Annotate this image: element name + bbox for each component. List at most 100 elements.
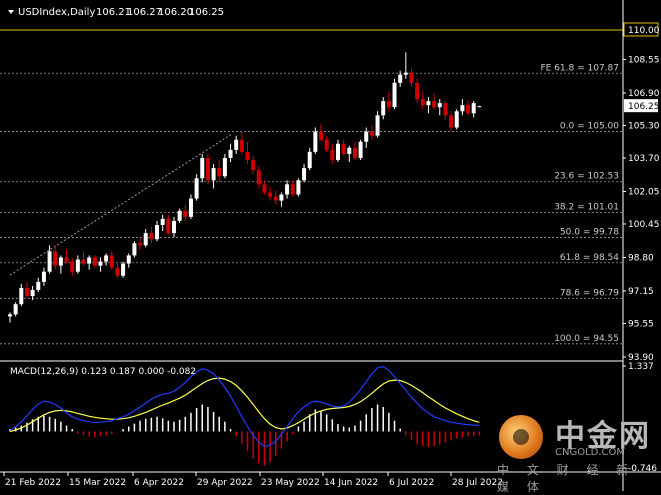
candle-body xyxy=(8,314,12,317)
candle-body xyxy=(313,131,318,152)
candle-body xyxy=(92,257,97,266)
candle-body xyxy=(205,157,210,181)
candle-body xyxy=(398,74,403,83)
price-tick-label: 103.70 xyxy=(628,154,660,164)
candle-body xyxy=(409,72,414,83)
price-tick-label: 102.05 xyxy=(628,187,660,197)
candle-body xyxy=(415,82,420,100)
candle-body xyxy=(177,210,182,221)
fibonacci-levels: FE 61.8 = 107.87 0.0 = 105.00 23.6 = 102.5… xyxy=(0,29,623,345)
candle-body xyxy=(234,139,239,150)
candle-body xyxy=(245,151,250,160)
candle-body xyxy=(386,101,391,108)
candle-body xyxy=(222,157,227,177)
candle-body xyxy=(13,304,18,315)
price-axis: 110.00 108.55 106.90 105.30 103.70 102.05 100.… xyxy=(623,22,660,363)
fib-label: 0.0 = 105.00 xyxy=(560,122,619,132)
candle-body xyxy=(279,194,284,201)
candle-body xyxy=(149,233,154,240)
candle-body xyxy=(268,192,273,197)
candle-body xyxy=(273,196,278,201)
candle-body xyxy=(335,143,340,160)
candle-body xyxy=(200,157,205,179)
candle-body xyxy=(319,131,324,140)
date-tick-label: 14 Jun 2022 xyxy=(324,478,378,488)
chevron-down-icon[interactable] xyxy=(8,10,14,14)
candle-body xyxy=(460,105,465,112)
watermark: 中金网 CNGOLD.COM 中 文 财 经 新 媒 体 xyxy=(495,411,655,494)
candle-body xyxy=(443,103,448,116)
candle-body xyxy=(188,198,193,217)
price-tick-label: 100.45 xyxy=(628,220,660,230)
candle-body xyxy=(24,287,29,297)
watermark-tagline: 中 文 财 经 新 媒 体 xyxy=(497,463,636,494)
candle-body xyxy=(381,101,386,116)
macd-main-line xyxy=(9,366,480,447)
candle-body xyxy=(194,178,199,199)
price-tick-label: 98.80 xyxy=(628,253,654,263)
candle-body xyxy=(307,151,312,169)
date-axis: 21 Feb 2022 15 Mar 2022 6 Apr 2022 29 Apr 2… xyxy=(3,472,503,488)
fib-label: 23.6 = 102.53 xyxy=(554,172,619,182)
candle-body xyxy=(36,281,41,290)
candle-body xyxy=(53,251,58,266)
candle-body xyxy=(211,168,216,181)
candle-body xyxy=(426,101,431,106)
candle-body xyxy=(104,255,109,262)
candle-body xyxy=(166,218,171,234)
ohlc-readout: 106.21106.27106.20106.25 xyxy=(96,7,224,18)
ohlc-value: 106.21 xyxy=(96,7,131,18)
candle-body xyxy=(143,233,148,246)
candle-body xyxy=(403,72,408,75)
fib-label: 100.0 = 94.55 xyxy=(554,334,619,344)
candle-body xyxy=(121,263,126,276)
candle-body xyxy=(160,218,165,225)
candle-body xyxy=(296,180,301,195)
price-tick-label: 106.90 xyxy=(628,89,660,99)
watermark-domain: CNGOLD.COM xyxy=(555,447,626,458)
candle-body xyxy=(126,255,131,264)
candle-body xyxy=(132,243,137,256)
candle-body xyxy=(375,115,380,136)
fib-label: 61.8 = 98.54 xyxy=(560,253,619,263)
macd-label: MACD(12,26,9) 0.123 0.187 0.000 -0.082 xyxy=(10,367,196,377)
candle-body xyxy=(64,257,69,262)
candle-body xyxy=(449,115,454,128)
chart-title: USDIndex,Daily xyxy=(18,7,95,18)
candle-body xyxy=(341,143,346,154)
candle-body xyxy=(477,106,482,108)
date-tick-label: 21 Feb 2022 xyxy=(5,478,61,488)
candle-body xyxy=(290,184,295,195)
candle-body xyxy=(364,131,369,142)
date-tick-label: 15 Mar 2022 xyxy=(69,478,126,488)
macd-tick-label: 1.337 xyxy=(628,362,654,372)
chart-window[interactable]: FE 61.8 = 107.87 0.0 = 105.00 23.6 = 102.5… xyxy=(0,0,661,494)
fib-label: 38.2 = 101.01 xyxy=(554,203,619,213)
candle-body xyxy=(369,131,374,136)
fib-label: FE 61.8 = 107.87 xyxy=(540,63,619,73)
candle-body xyxy=(392,82,397,108)
price-tick-label: 108.55 xyxy=(628,55,660,65)
candle-body xyxy=(171,220,176,234)
ohlc-value: 106.27 xyxy=(127,7,162,18)
candle-body xyxy=(420,99,425,106)
macd-signal-line xyxy=(9,377,480,433)
candle-body xyxy=(302,168,307,181)
candle-body xyxy=(138,243,143,246)
candle-body xyxy=(437,103,442,108)
candle-body xyxy=(70,261,75,272)
candle-body xyxy=(75,259,80,272)
candle-body xyxy=(239,139,244,152)
coin-logo-icon xyxy=(499,415,543,459)
candle-body xyxy=(352,147,357,158)
price-tick-label: 105.30 xyxy=(628,121,660,131)
fib-label: 78.6 = 96.79 xyxy=(560,288,619,298)
candle-body xyxy=(87,257,92,264)
candle-body xyxy=(19,287,24,305)
date-tick-label: 6 Jul 2022 xyxy=(389,478,434,488)
candle-body xyxy=(47,251,52,272)
date-tick-label: 23 May 2022 xyxy=(261,478,320,488)
candle-body xyxy=(347,147,352,154)
candle-body xyxy=(41,271,46,282)
candlesticks xyxy=(8,52,482,323)
